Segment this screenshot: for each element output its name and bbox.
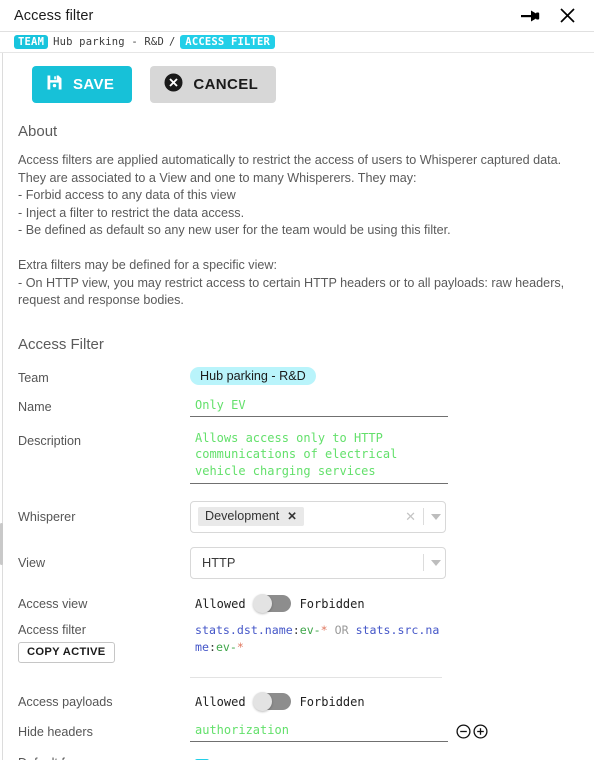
breadcrumb-separator: / (168, 36, 176, 48)
query-token-value-1: ev- (299, 622, 321, 637)
divider (423, 508, 424, 525)
about-body: Access filters are applied automatically… (18, 153, 565, 307)
query-token-star-1: * (320, 622, 328, 637)
circle-plus-icon[interactable] (473, 724, 488, 739)
access-filter-query[interactable]: stats.dst.name:ev-* OR stats.src.name:ev… (190, 622, 442, 656)
breadcrumb-current: ACCESS FILTER (180, 35, 276, 49)
access-filter-label: Access filter (18, 622, 86, 637)
action-toolbar: SAVE CANCEL (18, 53, 580, 103)
pin-icon[interactable] (518, 3, 544, 29)
description-label: Description (18, 433, 81, 448)
query-token-colon-2: : (208, 639, 216, 654)
access-filter-form: Team Hub parking - R&D Name Description … (18, 366, 580, 760)
save-button-label: SAVE (73, 76, 115, 93)
access-payloads-toggle-row: Allowed Forbidden (190, 690, 580, 714)
breadcrumb-team-name[interactable]: Hub parking - R&D (53, 36, 164, 48)
access-payloads-allowed-label: Allowed (195, 694, 246, 709)
whisperer-controls: ✕ (405, 508, 441, 525)
name-input[interactable] (190, 396, 448, 417)
access-filter-label-col: Access filter COPY ACTIVE (18, 622, 190, 663)
whisperer-tag-label: Development (205, 509, 280, 523)
toggle-knob (252, 594, 272, 613)
cancel-button-label: CANCEL (193, 76, 259, 93)
whisperer-multiselect[interactable]: Development ✕ ✕ (190, 500, 446, 533)
floppy-disk-icon (46, 74, 63, 95)
breadcrumb: TEAM Hub parking - R&D / ACCESS FILTER (0, 32, 594, 53)
field-row-name: Name (18, 396, 580, 417)
team-field: Hub parking - R&D (190, 366, 580, 385)
access-filter-heading: Access Filter (18, 335, 104, 353)
access-view-field: Allowed Forbidden (190, 592, 580, 616)
chevron-down-icon[interactable] (431, 513, 441, 520)
access-view-forbidden-label: Forbidden (299, 596, 365, 611)
window-titlebar: Access filter (0, 0, 594, 32)
description-field: Allows access only to HTTP communication… (190, 429, 580, 489)
view-field: HTTP (190, 546, 580, 579)
access-view-allowed-label: Allowed (195, 596, 246, 611)
panel-left-rail (0, 53, 3, 760)
team-badge: Hub parking - R&D (190, 366, 316, 385)
toggle-knob (252, 692, 272, 711)
field-row-hide-headers: Hide headers (18, 721, 580, 742)
access-payloads-toggle[interactable] (252, 692, 291, 711)
clear-x-icon[interactable]: ✕ (405, 509, 416, 525)
chevron-down-icon[interactable] (431, 559, 441, 566)
hide-headers-stepper (456, 724, 488, 739)
access-view-label: Access view (18, 596, 88, 611)
query-token-star-2: * (236, 639, 244, 654)
save-button[interactable]: SAVE (32, 66, 133, 103)
query-token-field-1: stats.dst.name (195, 622, 293, 637)
field-row-view: View HTTP (18, 546, 580, 579)
access-filter-panel: Access filter TEAM Hub parking - R&D / A… (0, 0, 594, 760)
access-payloads-label: Access payloads (18, 694, 113, 709)
field-row-description: Description Allows access only to HTTP c… (18, 429, 580, 489)
field-row-access-view: Access view Allowed Forbidden (18, 592, 580, 616)
panel-content: SAVE CANCEL About Access filters are app… (4, 53, 594, 760)
about-heading: About (18, 123, 58, 140)
cancel-button[interactable]: CANCEL (150, 66, 277, 103)
view-controls (423, 554, 441, 571)
access-filter-field: stats.dst.name:ev-* OR stats.src.name:ev… (190, 622, 580, 656)
default-for-new-users-label: Default for new users (18, 756, 190, 760)
field-row-access-filter: Access filter COPY ACTIVE stats.dst.name… (18, 622, 580, 663)
field-row-default-for-new-users: Default for new users (18, 756, 580, 760)
close-icon[interactable] (554, 3, 580, 29)
view-label: View (18, 555, 46, 570)
name-field (190, 396, 580, 417)
copy-active-button[interactable]: COPY ACTIVE (18, 641, 115, 663)
team-label: Team (18, 370, 49, 385)
page-title: Access filter (14, 7, 94, 24)
query-token-colon-1: : (292, 622, 300, 637)
whisperer-field: Development ✕ ✕ (190, 500, 580, 533)
hide-headers-input[interactable] (190, 721, 448, 742)
field-row-whisperer: Whisperer Development ✕ ✕ (18, 500, 580, 533)
circle-x-icon (164, 73, 183, 96)
access-view-toggle-row: Allowed Forbidden (190, 592, 580, 616)
field-row-access-payloads: Access payloads Allowed Forbidden (18, 690, 580, 714)
divider (423, 554, 424, 571)
name-label: Name (18, 399, 52, 414)
access-payloads-forbidden-label: Forbidden (299, 694, 365, 709)
query-token-value-2: ev- (215, 639, 237, 654)
circle-minus-icon[interactable] (456, 724, 471, 739)
section-divider (190, 676, 442, 678)
field-row-team: Team Hub parking - R&D (18, 366, 580, 385)
access-payloads-field: Allowed Forbidden (190, 690, 580, 714)
hide-headers-field (190, 721, 580, 742)
whisperer-tag: Development ✕ (198, 507, 304, 526)
access-view-toggle[interactable] (252, 594, 291, 613)
x-icon[interactable]: ✕ (287, 509, 297, 523)
default-for-new-users-field (190, 756, 580, 760)
view-select-value: HTTP (202, 555, 236, 570)
view-select[interactable]: HTTP (190, 546, 446, 579)
description-textarea[interactable]: Allows access only to HTTP communication… (190, 429, 448, 484)
hide-headers-label: Hide headers (18, 724, 93, 739)
query-token-operator: OR (327, 622, 356, 637)
vertical-scrollbar-thumb[interactable] (0, 523, 3, 565)
whisperer-label: Whisperer (18, 509, 76, 524)
breadcrumb-team-chip: TEAM (14, 35, 49, 49)
